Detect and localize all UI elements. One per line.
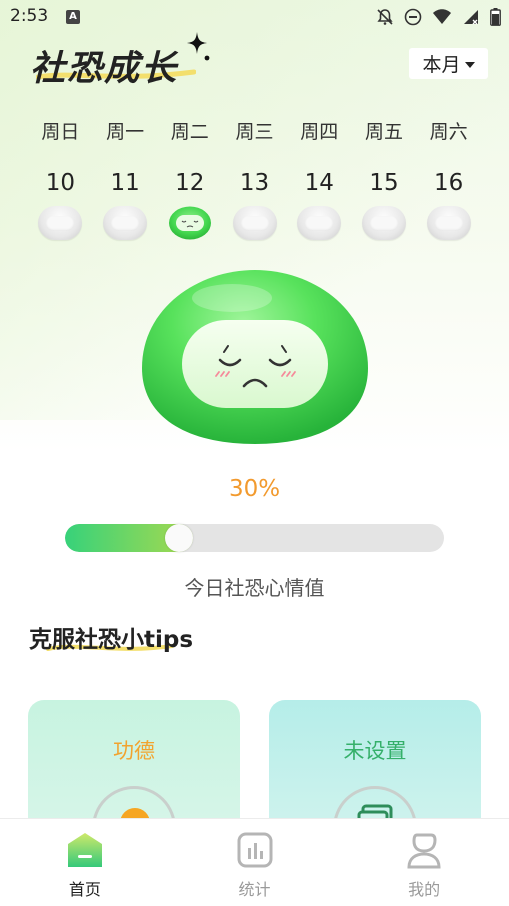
page-title: 社恐成长 <box>30 49 179 89</box>
signal-icon <box>464 10 478 25</box>
nav-item-home[interactable]: 首页 <box>0 819 170 906</box>
weekday-label: 周一 <box>106 121 145 143</box>
mood-empty-icon <box>426 206 471 240</box>
mood-mascot-sad-icon[interactable] <box>142 268 368 446</box>
date-label: 11 <box>110 170 140 196</box>
day-friday[interactable]: 周五 15 <box>352 118 417 240</box>
mood-empty-icon <box>103 206 148 240</box>
mood-empty-icon <box>38 206 83 240</box>
status-time: 2:53 <box>10 6 49 26</box>
status-bar: 2:53 A <box>0 0 509 34</box>
mood-empty-icon <box>232 206 277 240</box>
date-label: 16 <box>434 170 464 196</box>
do-not-disturb-icon <box>404 8 422 26</box>
date-label: 13 <box>239 170 270 196</box>
weekday-label: 周四 <box>300 121 339 143</box>
battery-icon <box>490 8 501 26</box>
statistics-icon <box>237 832 272 868</box>
notification-a-icon: A <box>66 10 80 24</box>
sparkle-icon <box>187 32 210 61</box>
date-label: 10 <box>45 170 75 196</box>
tip-card-label: 功德 <box>113 739 155 763</box>
mood-sad-green-icon <box>168 206 212 240</box>
weekday-label: 周三 <box>235 121 274 143</box>
wifi-icon <box>433 9 451 24</box>
nav-label: 我的 <box>408 880 441 899</box>
app-screen: 2:53 A 社恐成长 本月 周日 10 周一 11 周二 12 周三 13 周… <box>0 0 509 906</box>
date-label: 12 <box>175 170 205 196</box>
mute-icon <box>377 9 393 25</box>
weekday-label: 周日 <box>41 121 80 143</box>
nav-label: 统计 <box>238 880 271 899</box>
date-label: 14 <box>304 170 334 196</box>
month-select-value: 本月 <box>422 54 461 76</box>
mood-progress-thumb[interactable] <box>165 524 193 552</box>
mood-empty-icon <box>297 206 342 240</box>
weekday-label: 周二 <box>170 121 209 143</box>
nav-label: 首页 <box>68 880 101 899</box>
weekday-label: 周五 <box>364 121 403 143</box>
day-saturday[interactable]: 周六 16 <box>416 118 481 240</box>
day-monday[interactable]: 周一 11 <box>93 118 158 240</box>
home-icon <box>67 833 102 867</box>
tips-section-title: 克服社恐小tips <box>29 627 194 653</box>
day-thursday[interactable]: 周四 14 <box>287 118 352 240</box>
caret-down-icon <box>464 61 475 68</box>
month-select[interactable]: 本月 <box>409 48 488 79</box>
nav-item-statistics[interactable]: 统计 <box>170 819 340 906</box>
mood-percent: 30% <box>228 476 281 502</box>
day-wednesday[interactable]: 周三 13 <box>222 118 287 240</box>
tip-card-label: 未设置 <box>343 739 407 763</box>
profile-icon <box>407 833 441 869</box>
week-calendar: 周日 10 周一 11 周二 12 周三 13 周四 14 周五 15 周六 1… <box>28 118 481 254</box>
date-label: 15 <box>369 170 399 196</box>
nav-item-profile[interactable]: 我的 <box>339 819 509 906</box>
weekday-label: 周六 <box>429 121 468 143</box>
mood-empty-icon <box>361 206 406 240</box>
status-icons <box>376 7 501 27</box>
mood-caption: 今日社恐心情值 <box>184 576 325 600</box>
day-tuesday-selected[interactable]: 周二 12 <box>157 118 223 254</box>
bottom-navigation: 首页 统计 我的 <box>0 818 509 906</box>
day-sunday[interactable]: 周日 10 <box>28 118 93 240</box>
mood-progress-track[interactable] <box>65 524 444 552</box>
